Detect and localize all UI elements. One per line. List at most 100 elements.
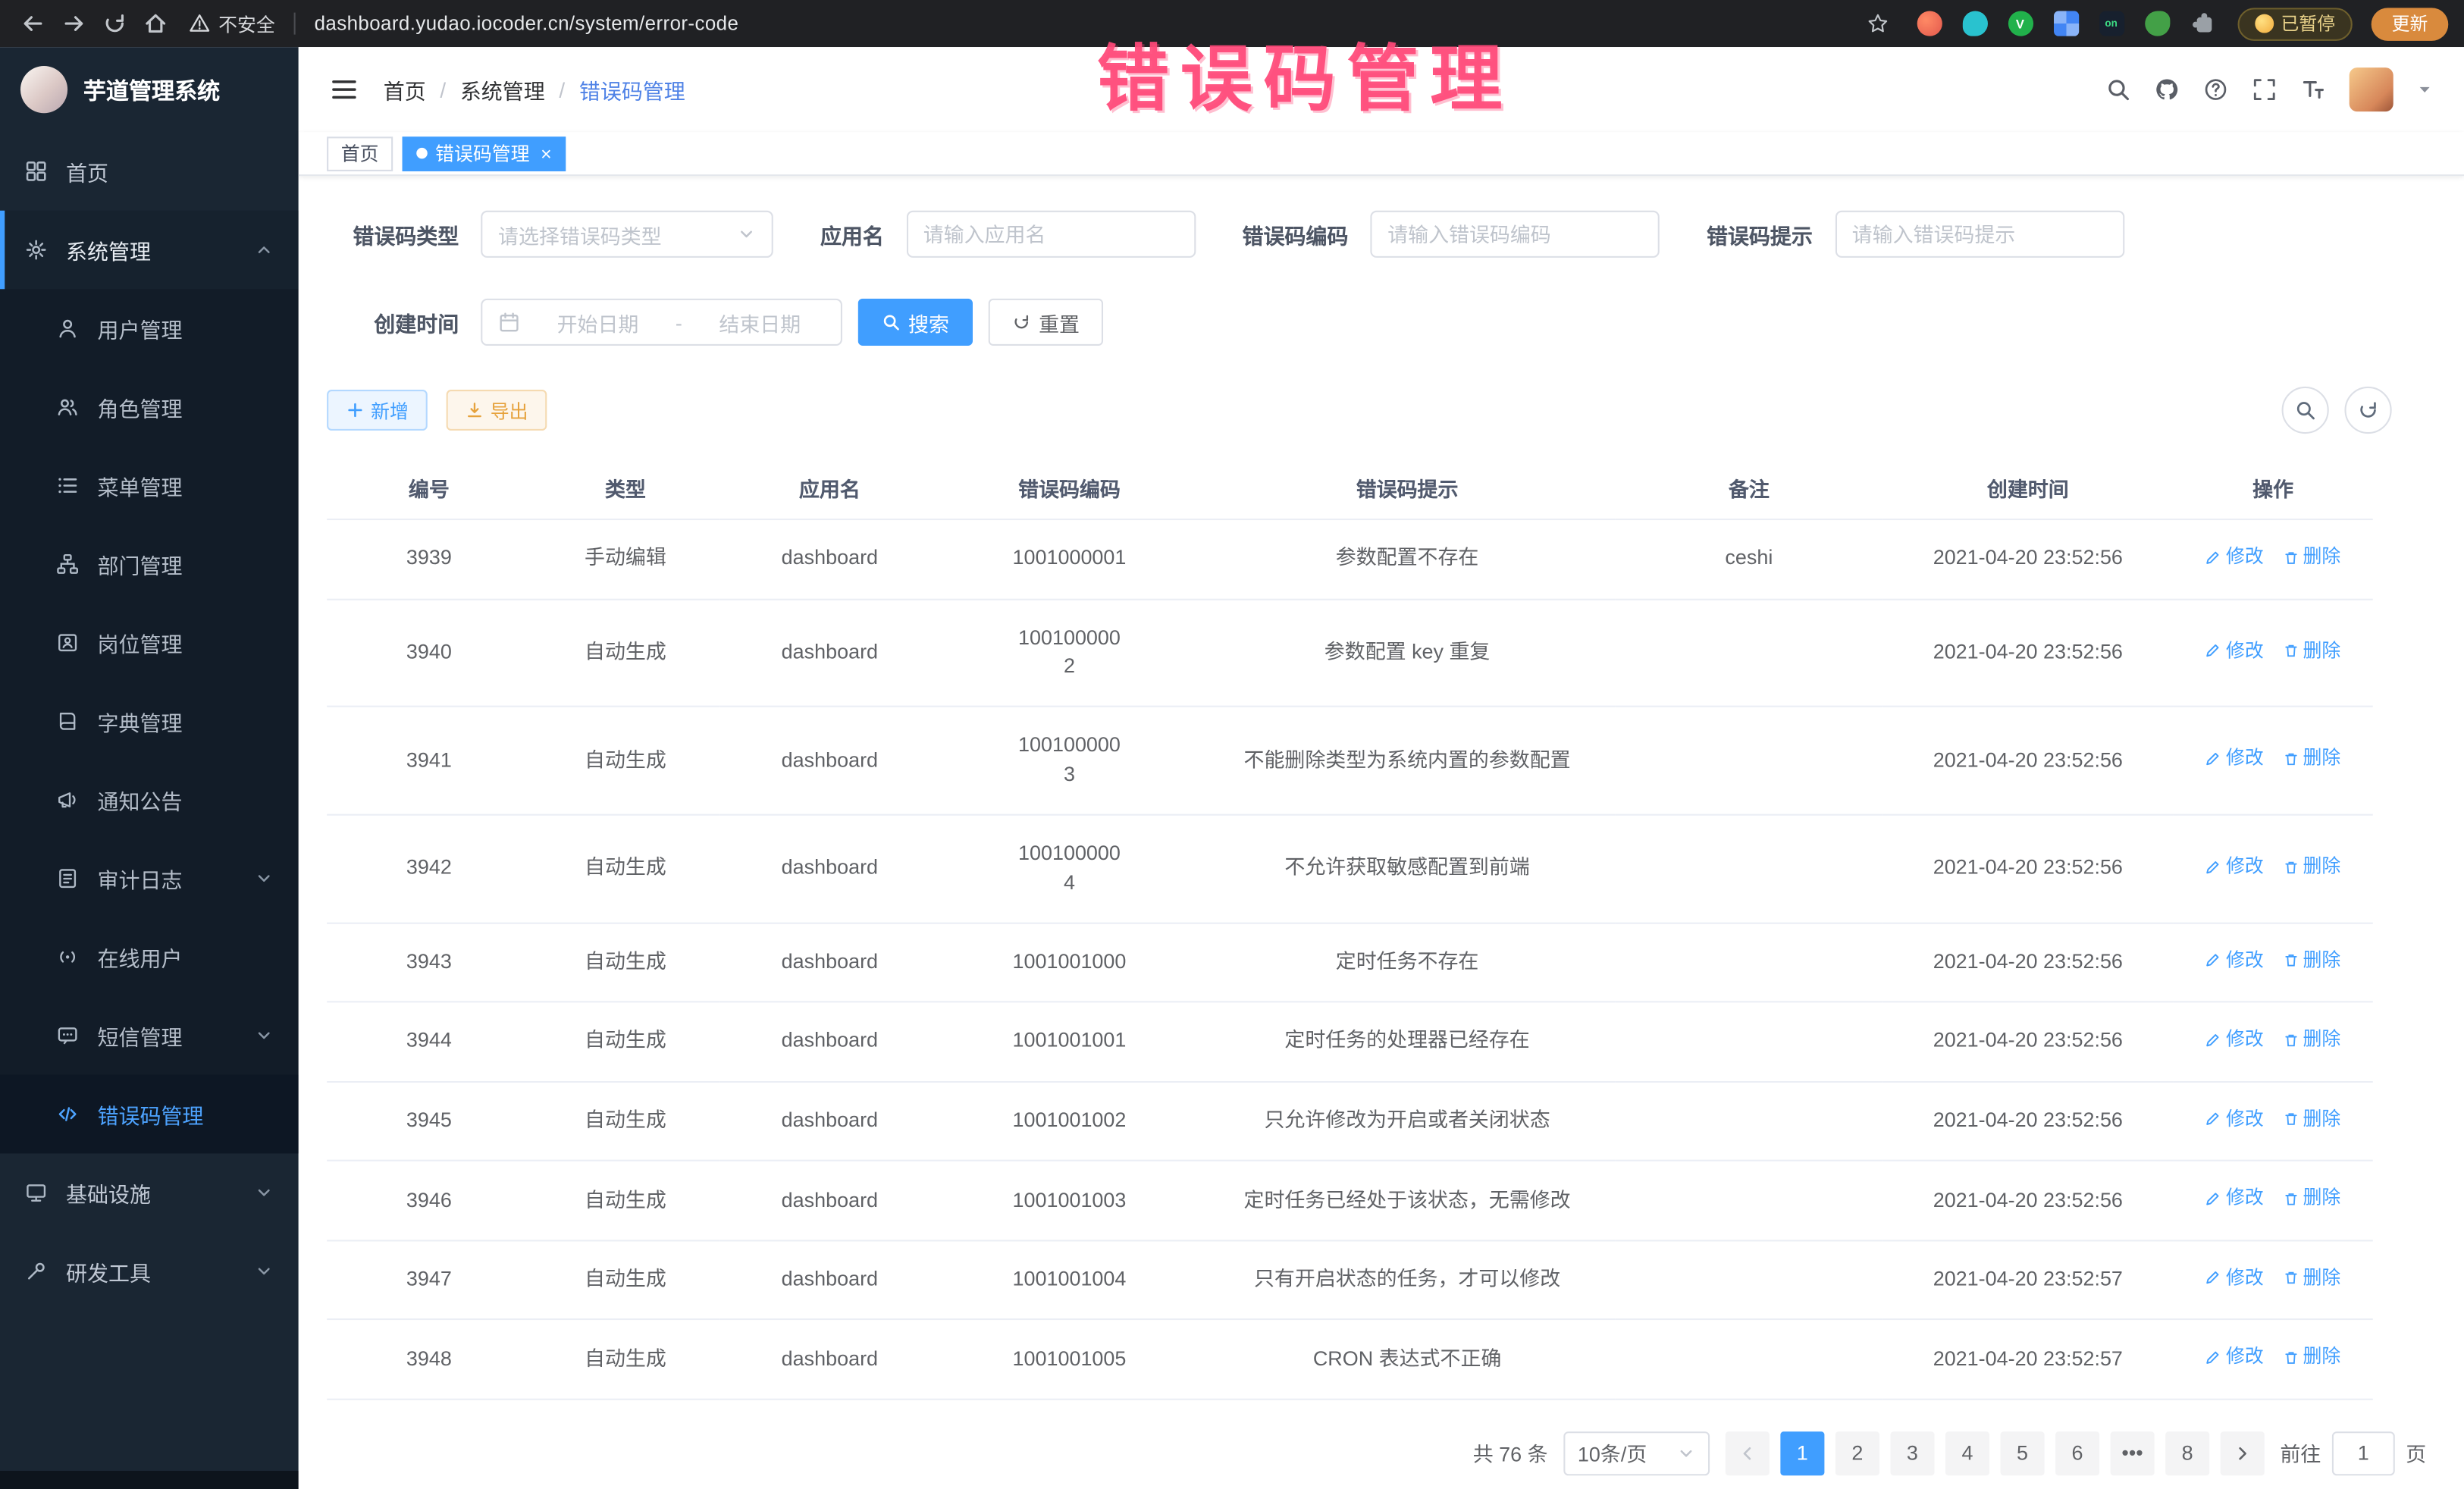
refresh-table-button[interactable] xyxy=(2344,387,2391,434)
edit-link[interactable]: 修改 xyxy=(2205,1185,2264,1212)
profile-paused-badge[interactable]: 已暂停 xyxy=(2237,7,2352,40)
more-pages-button[interactable]: ••• xyxy=(2111,1431,2155,1475)
goto-page-input[interactable] xyxy=(2332,1431,2395,1475)
delete-link[interactable]: 删除 xyxy=(2283,1027,2341,1054)
page-size-select[interactable]: 10条/页 xyxy=(1563,1431,1710,1475)
cell-type: 自动生成 xyxy=(531,1081,720,1161)
fullscreen-icon[interactable] xyxy=(2252,77,2277,102)
sidebar-item-users[interactable]: 用户管理 xyxy=(0,289,299,368)
export-button[interactable]: 导出 xyxy=(447,390,547,431)
error-type-select[interactable]: 请选择错误码类型 xyxy=(481,211,773,258)
cell-code: 100100000 3 xyxy=(939,707,1199,814)
trash-icon xyxy=(2283,550,2299,566)
extension-icon[interactable] xyxy=(2144,11,2169,36)
edit-link[interactable]: 修改 xyxy=(2205,947,2264,974)
sidebar-item-online-users[interactable]: 在线用户 xyxy=(0,917,299,996)
delete-link[interactable]: 删除 xyxy=(2283,1344,2341,1371)
delete-link[interactable]: 删除 xyxy=(2283,544,2341,571)
edit-link[interactable]: 修改 xyxy=(2205,544,2264,571)
delete-link[interactable]: 删除 xyxy=(2283,1265,2341,1292)
page-button[interactable]: 2 xyxy=(1835,1431,1879,1475)
error-msg-input[interactable] xyxy=(1835,211,2124,258)
add-button[interactable]: 新增 xyxy=(327,390,428,431)
home-icon[interactable] xyxy=(138,6,173,41)
app-logo[interactable]: 芋道管理系统 xyxy=(0,47,299,132)
sidebar-item-sms[interactable]: 短信管理 xyxy=(0,996,299,1075)
error-code-input[interactable] xyxy=(1370,211,1659,258)
cell-app: dashboard xyxy=(719,1320,939,1400)
extension-icon[interactable] xyxy=(1962,11,1987,36)
sidebar-item-dictionary[interactable]: 字典管理 xyxy=(0,682,299,761)
page-button[interactable]: 3 xyxy=(1890,1431,1934,1475)
reload-icon[interactable] xyxy=(98,6,133,41)
date-range-picker[interactable]: 开始日期 - 结束日期 xyxy=(481,299,842,346)
sidebar-item-audit-logs[interactable]: 审计日志 xyxy=(0,839,299,918)
extensions-puzzle-icon[interactable] xyxy=(2190,11,2215,36)
edit-link[interactable]: 修改 xyxy=(2205,1105,2264,1133)
extension-icon[interactable] xyxy=(2053,11,2078,36)
delete-link[interactable]: 删除 xyxy=(2283,853,2341,880)
delete-link[interactable]: 删除 xyxy=(2283,1185,2341,1212)
caret-down-icon[interactable] xyxy=(2417,82,2433,98)
font-size-icon[interactable] xyxy=(2300,77,2325,102)
breadcrumb-home[interactable]: 首页 xyxy=(384,74,426,105)
chevron-up-icon xyxy=(255,240,274,259)
extension-icon[interactable]: on xyxy=(2099,11,2124,36)
prev-page-button[interactable] xyxy=(1726,1431,1770,1475)
cell-id: 3941 xyxy=(327,707,531,814)
github-icon[interactable] xyxy=(2155,77,2180,102)
sidebar-item-error-codes[interactable]: 错误码管理 xyxy=(0,1075,299,1154)
tab-home[interactable]: 首页 xyxy=(327,136,393,171)
refresh-icon xyxy=(1012,312,1031,331)
url-bar[interactable]: dashboard.yudao.iocoder.cn/system/error-… xyxy=(315,13,739,35)
bookmark-star-icon[interactable] xyxy=(1860,6,1895,41)
sidebar-item-menus[interactable]: 菜单管理 xyxy=(0,447,299,525)
delete-link[interactable]: 删除 xyxy=(2283,745,2341,773)
edit-link[interactable]: 修改 xyxy=(2205,1265,2264,1292)
page-button[interactable]: 8 xyxy=(2165,1431,2209,1475)
filter-row-1: 错误码类型 请选择错误码类型 应用名 错误码编码 xyxy=(327,211,2436,258)
sidebar-item-system[interactable]: 系统管理 xyxy=(0,211,299,290)
toggle-search-button[interactable] xyxy=(2282,387,2329,434)
reset-button[interactable]: 重置 xyxy=(989,299,1103,346)
page-button[interactable]: 5 xyxy=(2000,1431,2044,1475)
close-icon[interactable]: × xyxy=(541,144,552,163)
edit-link[interactable]: 修改 xyxy=(2205,745,2264,773)
help-icon[interactable] xyxy=(2203,77,2228,102)
breadcrumb-section[interactable]: 系统管理 xyxy=(460,74,545,105)
edit-link[interactable]: 修改 xyxy=(2205,853,2264,880)
page-button[interactable]: 1 xyxy=(1780,1431,1824,1475)
edit-link[interactable]: 修改 xyxy=(2205,638,2264,665)
browser-update-button[interactable]: 更新 xyxy=(2372,7,2449,40)
delete-link[interactable]: 删除 xyxy=(2283,638,2341,665)
cell-msg: CRON 表达式不正确 xyxy=(1199,1320,1615,1400)
sidebar-item-posts[interactable]: 岗位管理 xyxy=(0,603,299,682)
search-button[interactable]: 搜索 xyxy=(858,299,973,346)
security-indicator[interactable]: 不安全 xyxy=(189,10,275,36)
search-icon[interactable] xyxy=(2105,77,2130,102)
next-page-button[interactable] xyxy=(2221,1431,2265,1475)
edit-link[interactable]: 修改 xyxy=(2205,1344,2264,1371)
user-avatar[interactable] xyxy=(2350,67,2393,111)
sidebar-item-departments[interactable]: 部门管理 xyxy=(0,525,299,603)
sidebar-item-dev-tools[interactable]: 研发工具 xyxy=(0,1232,299,1311)
screen: 不安全 dashboard.yudao.iocoder.cn/system/er… xyxy=(0,0,2464,1489)
sidebar-item-roles[interactable]: 角色管理 xyxy=(0,368,299,447)
app-name-input[interactable] xyxy=(906,211,1195,258)
delete-link[interactable]: 删除 xyxy=(2283,947,2341,974)
sidebar-item-home[interactable]: 首页 xyxy=(0,132,299,211)
sidebar-item-notices[interactable]: 通知公告 xyxy=(0,760,299,839)
forward-icon[interactable] xyxy=(57,6,92,41)
back-icon[interactable] xyxy=(16,6,51,41)
hamburger-icon[interactable] xyxy=(330,75,358,103)
edit-link[interactable]: 修改 xyxy=(2205,1027,2264,1054)
extension-icon[interactable]: V xyxy=(2008,11,2033,36)
delete-link[interactable]: 删除 xyxy=(2283,1105,2341,1133)
extension-icon[interactable] xyxy=(1917,11,1942,36)
sidebar-item-infrastructure[interactable]: 基础设施 xyxy=(0,1153,299,1232)
cell-id: 3948 xyxy=(327,1320,531,1400)
cell-remark: ceshi xyxy=(1616,519,1882,599)
page-button[interactable]: 6 xyxy=(2055,1431,2099,1475)
page-button[interactable]: 4 xyxy=(1945,1431,1989,1475)
tab-error-codes[interactable]: 错误码管理 × xyxy=(403,136,566,171)
